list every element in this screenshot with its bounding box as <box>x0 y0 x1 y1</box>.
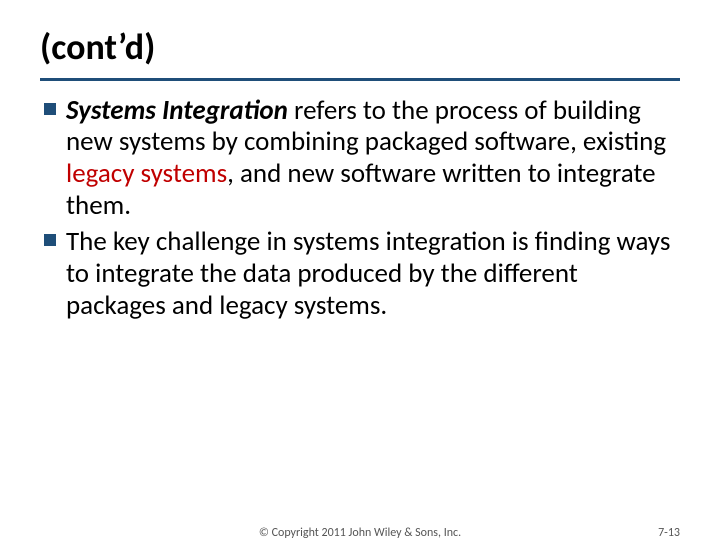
copyright-text: © Copyright 2011 John Wiley & Sons, Inc. <box>0 526 720 540</box>
term-legacy-systems: legacy systems <box>66 157 227 190</box>
page-number: 7-13 <box>658 526 680 540</box>
slide: (cont’d) Systems Integration refers to t… <box>0 0 720 540</box>
bullet-item: The key challenge in systems integration… <box>40 226 680 322</box>
slide-title: (cont’d) <box>40 28 680 68</box>
slide-body: Systems Integration refers to the proces… <box>40 95 680 322</box>
bullet-item: Systems Integration refers to the proces… <box>40 95 680 222</box>
bullet-list: Systems Integration refers to the proces… <box>40 95 680 322</box>
title-rule <box>40 78 680 81</box>
term-systems-integration: Systems Integration <box>66 94 288 127</box>
bullet-text: The key challenge in systems integration… <box>66 225 670 322</box>
